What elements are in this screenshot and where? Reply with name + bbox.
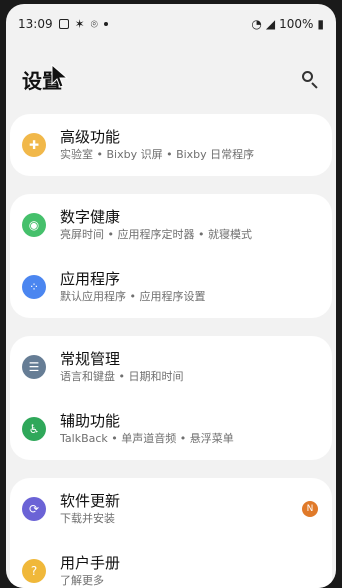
status-bar: 13:09 ✶ ⌾ ◔ ◢ 100% ▮ bbox=[6, 4, 336, 44]
item-subtitle: 了解更多 bbox=[60, 574, 104, 587]
item-subtitle: 默认应用程序 • 应用程序设置 bbox=[60, 290, 206, 303]
general-management-icon: ☰ bbox=[22, 355, 46, 379]
digital-wellbeing-icon: ◉ bbox=[22, 213, 46, 237]
search-icon[interactable] bbox=[300, 69, 320, 89]
item-subtitle: 下载并安装 bbox=[60, 512, 115, 525]
settings-item-general-management[interactable]: ☰ 常规管理 语言和键盘 • 日期和时间 bbox=[10, 336, 332, 398]
mouse-cursor-icon bbox=[51, 64, 69, 88]
status-right: ◔ ◢ 100% ▮ bbox=[251, 17, 324, 31]
apps-icon: ⁘ bbox=[22, 275, 46, 299]
battery-icon: ▮ bbox=[317, 17, 324, 31]
item-title: 应用程序 bbox=[60, 270, 121, 288]
location-icon: ⌾ bbox=[90, 16, 98, 31]
settings-item-apps[interactable]: ⁘ 应用程序 默认应用程序 • 应用程序设置 bbox=[10, 256, 332, 318]
settings-item-software-update[interactable]: ⟳ 软件更新 下载并安装 N bbox=[10, 478, 332, 540]
new-badge: N bbox=[302, 501, 318, 517]
item-title: 软件更新 bbox=[60, 492, 121, 510]
card-advanced: ✚ 高级功能 实验室 • Bixby 识屏 • Bixby 日常程序 bbox=[10, 114, 332, 176]
wifi-icon: ◔ bbox=[251, 17, 262, 31]
item-subtitle: 语言和键盘 • 日期和时间 bbox=[60, 370, 184, 383]
item-title: 用户手册 bbox=[60, 554, 121, 572]
notification-icon-2: ✶ bbox=[74, 17, 85, 31]
item-title: 高级功能 bbox=[60, 128, 121, 146]
settings-item-advanced-features[interactable]: ✚ 高级功能 实验室 • Bixby 识屏 • Bixby 日常程序 bbox=[10, 114, 332, 176]
settings-header: 设置 bbox=[6, 44, 336, 114]
settings-item-digital-wellbeing[interactable]: ◉ 数字健康 亮屏时间 • 应用程序定时器 • 就寝模式 bbox=[10, 194, 332, 256]
settings-item-accessibility[interactable]: ♿ 辅助功能 TalkBack • 单声道音频 • 悬浮菜单 bbox=[10, 398, 332, 460]
signal-icon: ◢ bbox=[265, 17, 276, 31]
item-subtitle: 实验室 • Bixby 识屏 • Bixby 日常程序 bbox=[60, 148, 255, 161]
item-title: 辅助功能 bbox=[60, 412, 121, 430]
card-wellbeing-apps: ◉ 数字健康 亮屏时间 • 应用程序定时器 • 就寝模式 ⁘ 应用程序 默认应用… bbox=[10, 194, 332, 318]
user-manual-icon: ? bbox=[22, 559, 46, 583]
card-update-manual: ⟳ 软件更新 下载并安装 N ? 用户手册 了解更多 bbox=[10, 478, 332, 588]
settings-item-user-manual[interactable]: ? 用户手册 了解更多 bbox=[10, 540, 332, 588]
more-notifications-icon bbox=[103, 22, 108, 26]
item-subtitle: 亮屏时间 • 应用程序定时器 • 就寝模式 bbox=[60, 228, 252, 241]
status-left: 13:09 ✶ ⌾ bbox=[18, 17, 108, 32]
advanced-features-icon: ✚ bbox=[22, 133, 46, 157]
item-title: 常规管理 bbox=[60, 350, 121, 368]
card-general-accessibility: ☰ 常规管理 语言和键盘 • 日期和时间 ♿ 辅助功能 TalkBack • 单… bbox=[10, 336, 332, 460]
item-title: 数字健康 bbox=[60, 208, 121, 226]
notification-icon bbox=[58, 19, 69, 29]
item-subtitle: TalkBack • 单声道音频 • 悬浮菜单 bbox=[60, 432, 234, 445]
phone-screen: 13:09 ✶ ⌾ ◔ ◢ 100% ▮ 设置 ✚ 高级功能 实验室 • Bix… bbox=[6, 4, 336, 588]
software-update-icon: ⟳ bbox=[22, 497, 46, 521]
status-time: 13:09 bbox=[18, 17, 53, 31]
accessibility-icon: ♿ bbox=[22, 417, 46, 441]
battery-percent: 100% bbox=[279, 17, 314, 31]
